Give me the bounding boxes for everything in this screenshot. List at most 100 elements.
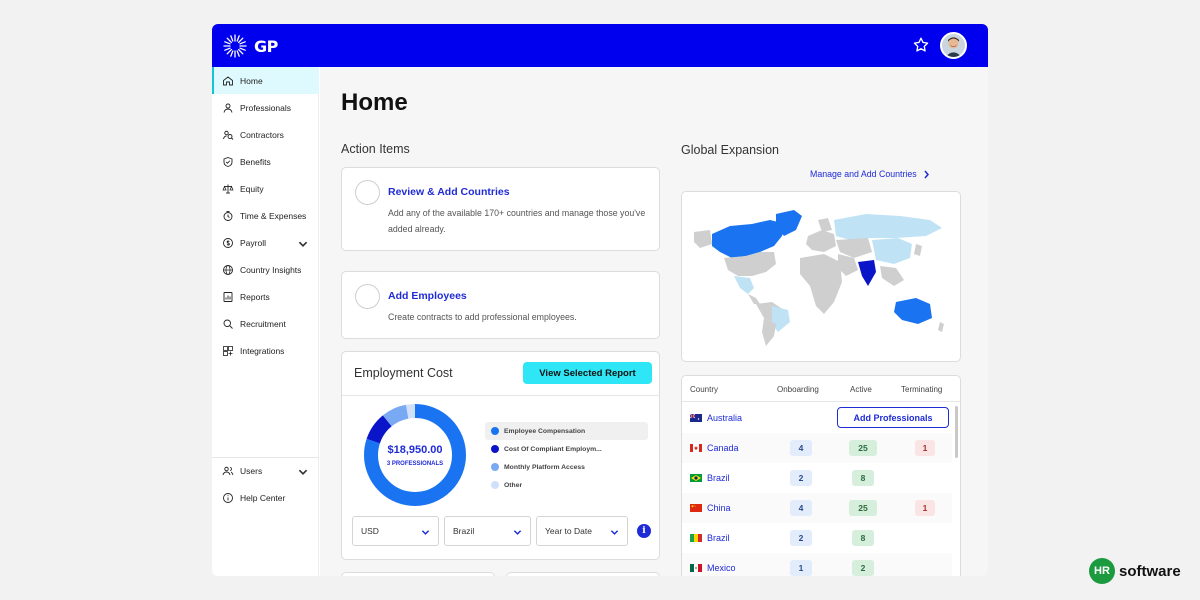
action-card-review-countries[interactable]: Review & Add Countries Add any of the av… xyxy=(341,167,660,251)
cost-legend: Employee Compensation Cost Of Compliant … xyxy=(485,422,648,494)
sidebar-item-professionals[interactable]: Professionals xyxy=(212,94,319,121)
sidebar-item-label: Recruitment xyxy=(240,318,286,329)
country-select[interactable]: Brazil xyxy=(444,516,531,546)
chevron-down-icon[interactable] xyxy=(297,466,309,478)
main-content: Home Action Items Review & Add Countries… xyxy=(320,67,988,576)
legend-item[interactable]: Employee Compensation xyxy=(485,422,648,440)
donut-amount: $18,950.00 xyxy=(387,443,443,456)
info-button[interactable]: i xyxy=(637,524,651,538)
legend-item[interactable]: Other xyxy=(485,476,648,494)
sidebar-item-country-insights[interactable]: Country Insights xyxy=(212,256,319,283)
map-europe xyxy=(806,230,836,252)
period-select[interactable]: Year to Date xyxy=(536,516,628,546)
legend-label: Cost Of Compliant Employm... xyxy=(504,445,602,453)
sidebar-item-benefits[interactable]: Benefits xyxy=(212,148,319,175)
employment-cost-card: Employment Cost View Selected Report $18… xyxy=(341,351,660,560)
sidebar-item-users[interactable]: Users xyxy=(212,457,319,484)
top-bar: GP xyxy=(212,24,988,67)
employment-cost-title: Employment Cost xyxy=(354,366,453,380)
legend-label: Other xyxy=(504,481,523,489)
table-row[interactable]: China 4 25 1 xyxy=(682,493,952,523)
sidebar-item-integrations[interactable]: Integrations xyxy=(212,337,319,364)
action-status-circle[interactable] xyxy=(355,284,380,309)
action-title[interactable]: Review & Add Countries xyxy=(388,186,510,198)
legend-dot xyxy=(491,427,499,435)
onboarding-count: 4 xyxy=(790,500,812,516)
add-professionals-button[interactable]: Add Professionals xyxy=(837,407,949,428)
map-africa xyxy=(800,254,842,314)
currency-select[interactable]: USD xyxy=(352,516,439,546)
world-map[interactable] xyxy=(690,206,952,346)
country-name[interactable]: Brazil xyxy=(707,533,730,543)
legend-item[interactable]: Monthly Platform Access xyxy=(485,458,648,476)
action-title[interactable]: Add Employees xyxy=(388,290,467,302)
active-count: 25 xyxy=(849,440,877,456)
legend-item[interactable]: Cost Of Compliant Employm... xyxy=(485,440,648,458)
country-table: Country Onboarding Active Terminating Au… xyxy=(681,375,961,576)
partial-card xyxy=(506,572,660,576)
table-header: Country Onboarding Active Terminating xyxy=(682,376,960,402)
sidebar-item-home[interactable]: Home xyxy=(212,67,319,94)
country-name[interactable]: Brazil xyxy=(707,473,730,483)
sidebar-item-time-expenses[interactable]: Time & Expenses xyxy=(212,202,319,229)
select-value: USD xyxy=(361,526,379,536)
country-name[interactable]: Mexico xyxy=(707,563,736,573)
header-onboarding: Onboarding xyxy=(777,385,819,394)
legend-dot xyxy=(491,463,499,471)
logo[interactable]: GP xyxy=(222,32,302,60)
sidebar-item-contractors[interactable]: Contractors xyxy=(212,121,319,148)
chevron-down-icon[interactable] xyxy=(297,238,309,250)
country-name[interactable]: Australia xyxy=(707,413,742,423)
map-japan xyxy=(914,244,922,256)
brand-badge: HR xyxy=(1089,558,1115,584)
sidebar-item-help-center[interactable]: Help Center xyxy=(212,484,319,511)
table-row[interactable]: Brazil 2 8 xyxy=(682,463,952,493)
sidebar-item-payroll[interactable]: Payroll xyxy=(212,229,319,256)
table-row[interactable]: Canada 4 25 1 xyxy=(682,433,952,463)
onboarding-count: 1 xyxy=(790,560,812,576)
brand-word: software xyxy=(1119,562,1181,580)
donut-subtitle: 3 PROFESSIONALS xyxy=(386,460,444,467)
map-southeast-asia xyxy=(880,266,904,286)
map-canada xyxy=(712,220,786,258)
avatar-face-icon xyxy=(942,34,965,57)
brazil-flag-icon xyxy=(690,474,702,482)
avatar[interactable] xyxy=(940,32,967,59)
table-row[interactable]: Australia Add Professionals xyxy=(682,403,952,433)
onboarding-count: 2 xyxy=(790,530,812,546)
active-count: 2 xyxy=(852,560,874,576)
china-flag-icon xyxy=(690,504,702,512)
map-alaska xyxy=(694,230,712,248)
country-name[interactable]: China xyxy=(707,503,731,513)
legend-dot xyxy=(491,481,499,489)
sidebar-item-equity[interactable]: Equity xyxy=(212,175,319,202)
clock-icon xyxy=(223,210,233,221)
sidebar-item-recruitment[interactable]: Recruitment xyxy=(212,310,319,337)
sidebar-item-label: Time & Expenses xyxy=(240,210,307,221)
globe-icon xyxy=(223,264,233,275)
sidebar-item-label: Payroll xyxy=(240,237,266,248)
sidebar-item-label: Benefits xyxy=(240,156,271,167)
manage-countries-link[interactable]: Manage and Add Countries xyxy=(810,169,930,179)
map-mexico xyxy=(734,276,754,294)
sidebar-item-label: Integrations xyxy=(240,345,285,356)
sidebar-item-label: Professionals xyxy=(240,102,292,113)
table-row[interactable]: Mexico 1 2 xyxy=(682,553,952,576)
map-central-america xyxy=(748,294,760,304)
info-icon xyxy=(223,492,233,503)
action-card-add-employees[interactable]: Add Employees Create contracts to add pr… xyxy=(341,271,660,339)
action-status-circle[interactable] xyxy=(355,180,380,205)
star-icon[interactable] xyxy=(912,36,930,54)
sidebar-item-reports[interactable]: Reports xyxy=(212,283,319,310)
shield-icon xyxy=(223,156,233,167)
view-selected-report-button[interactable]: View Selected Report xyxy=(523,362,652,384)
terminating-count: 1 xyxy=(915,440,935,456)
sidebar-item-label: Help Center xyxy=(240,492,286,503)
sidebar-item-label: Equity xyxy=(240,183,264,194)
country-name[interactable]: Canada xyxy=(707,443,739,453)
action-description: Create contracts to add professional emp… xyxy=(388,312,577,322)
table-row[interactable]: Brazil 2 8 xyxy=(682,523,952,553)
map-china xyxy=(872,238,912,264)
table-scrollbar[interactable] xyxy=(955,406,958,458)
flag-icon xyxy=(690,534,702,542)
